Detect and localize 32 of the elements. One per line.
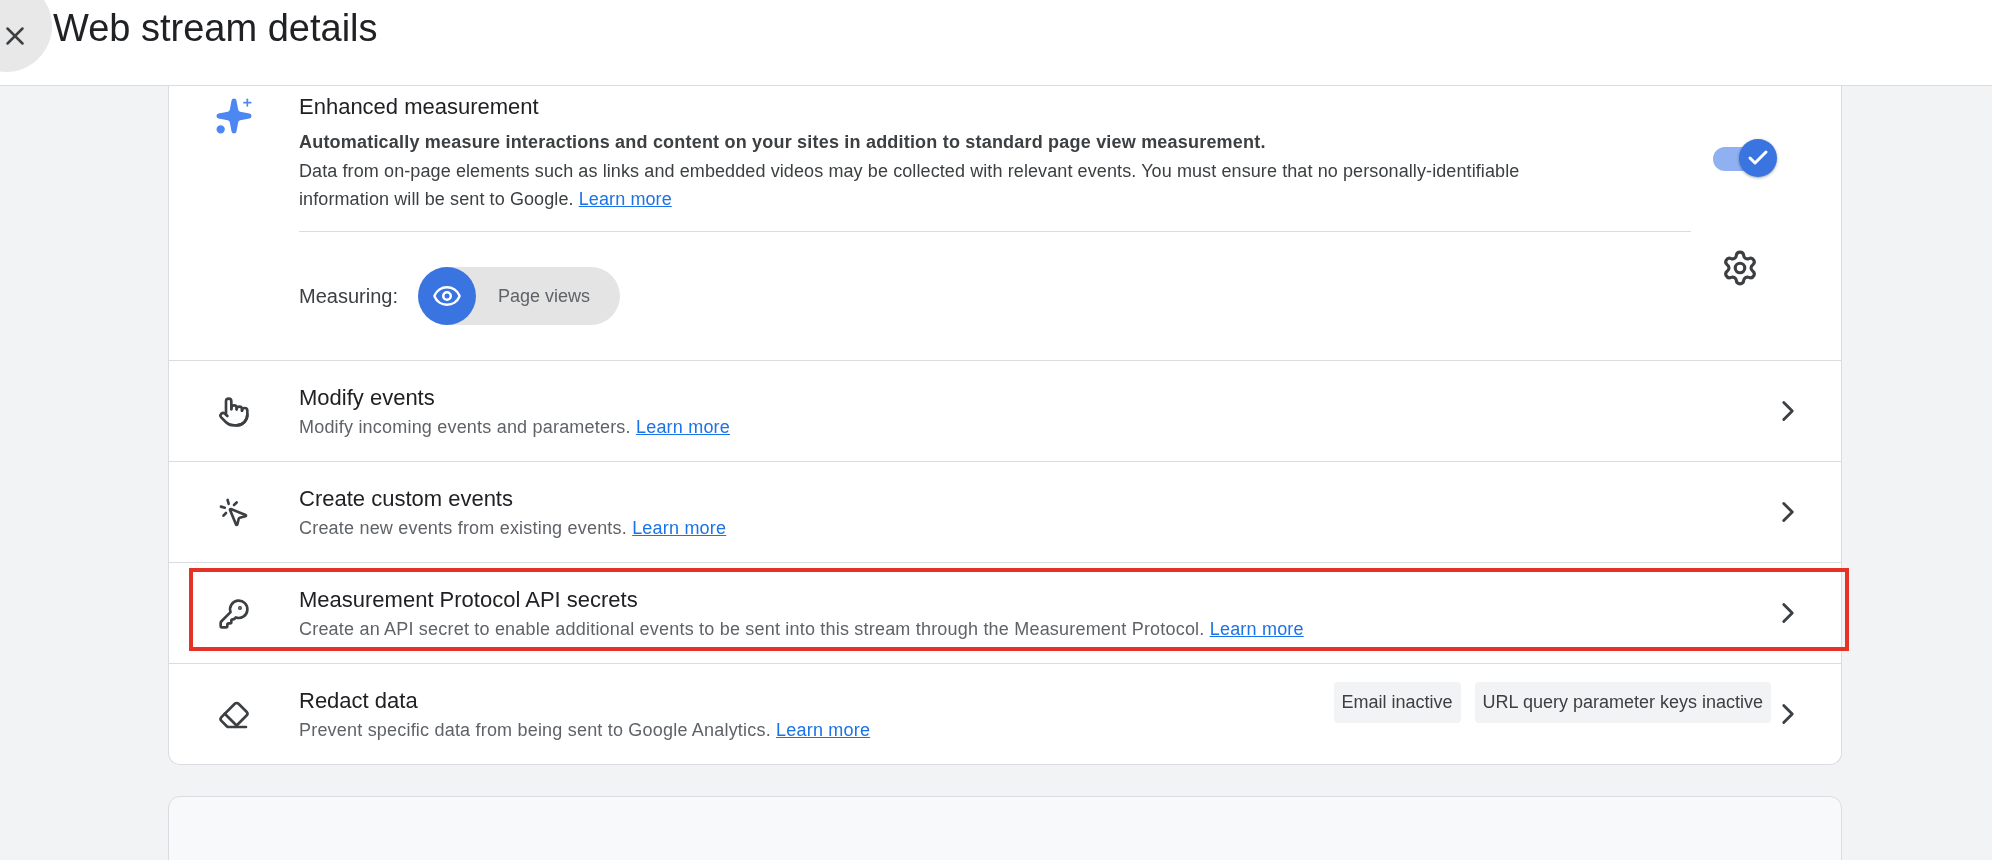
learn-more-link[interactable]: Learn more [632,517,727,538]
toggle-switch[interactable] [1711,139,1777,177]
page-title: Web stream details [53,7,378,51]
learn-more-link[interactable]: Learn more [635,416,731,437]
row-icon [218,396,250,428]
row-description: Create an API secret to enable additional events to be sent into this stream through the Measurement Protocol. Learn more [299,618,1305,640]
sparkle-icon [214,96,254,136]
status-tag: URL query parameter keys inactive [1474,681,1771,723]
row-description: Create new events from existing events. Learn more [299,517,728,539]
learn-more-link[interactable]: Learn more [1209,618,1304,639]
row-icon [218,598,250,630]
list-row[interactable]: Create custom events Create new events from existing events. Learn more [169,461,1841,562]
row-description: Modify incoming events and parameters. Learn more [299,416,732,438]
row-title: Measurement Protocol API secrets [299,586,639,613]
status-tag: Email inactive [1333,681,1461,723]
row-icon [218,699,250,731]
section-title: Enhanced measurement [299,94,540,121]
row-description: Prevent specific data from being sent to Google Analytics. Learn more [299,719,872,741]
measuring-label: Measuring: [299,284,398,308]
learn-more-link[interactable]: Learn more [776,719,871,740]
list-row[interactable]: Redact data Prevent specific data from being sent to Google Analytics. Learn more Email inactive URL query parameter keys inactive [169,663,1841,764]
row-title: Create custom events [299,485,514,512]
row-title: Redact data [299,687,419,714]
settings-icon[interactable] [1721,249,1759,287]
section-description: Data from on-page elements such as links and embedded videos may be collected with relevant events. You must ensure that no personally-identifiable information will be sent to Google. Learn more [299,160,1521,211]
row-icon [218,497,250,529]
learn-more-link[interactable]: Learn more [578,189,672,209]
row-title: Modify events [299,384,436,411]
list-row[interactable]: Measurement Protocol API secrets Create an API secret to enable additional events to be sent into this stream through the Measurement Protocol. Learn more [169,562,1841,663]
page-views-chip[interactable]: Page views [417,267,620,325]
list-row[interactable]: Modify events Modify incoming events and parameters. Learn more [169,360,1841,461]
section-lead: Automatically measure interactions and content on your sites in addition to standard page view measurement. [299,132,1267,153]
